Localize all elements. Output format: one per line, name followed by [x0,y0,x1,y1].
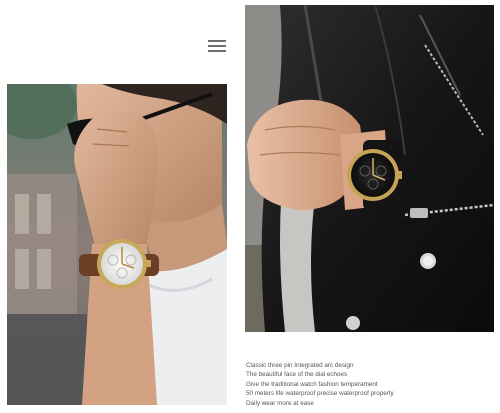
caption-line: Daily wear more at ease [246,399,314,407]
hamburger-menu-icon[interactable] [208,40,226,52]
product-caption: Classic three pin Integrated arc design … [246,361,496,408]
lifestyle-photo-right [245,5,494,332]
caption-line: Classic three pin Integrated arc design [246,362,354,369]
caption-line: 50 meters life waterproof precise waterp… [246,390,394,398]
caption-line: The beautiful face of the dial echoes [246,371,348,379]
lifestyle-photo-left [7,84,227,405]
caption-line: Give the traditional watch fashion tempe… [246,380,378,388]
